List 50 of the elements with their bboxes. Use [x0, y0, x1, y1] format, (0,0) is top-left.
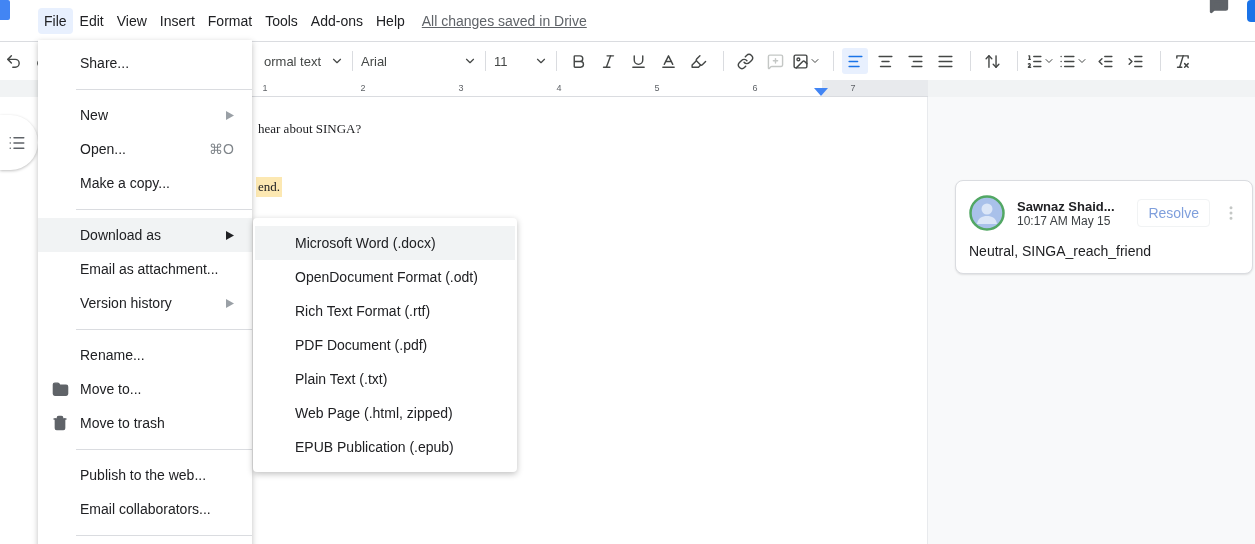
submenu-item[interactable]: OpenDocument Format (.odt): [255, 260, 515, 294]
menu-item[interactable]: Move to trash: [38, 406, 252, 440]
ruler-number: 7: [850, 82, 856, 95]
comment-text: Neutral, SINGA_reach_friend: [969, 243, 1153, 259]
menu-item[interactable]: Rename...: [38, 338, 252, 372]
author-name: Sawnaz Shaid...: [1017, 198, 1116, 214]
ruler-number: 4: [556, 82, 562, 95]
submenu-item[interactable]: Web Page (.html, zipped): [255, 396, 515, 430]
ruler-number: 2: [360, 82, 366, 95]
avatar-icon: [969, 195, 1005, 231]
submenu-item[interactable]: EPUB Publication (.epub): [255, 430, 515, 464]
menu-item[interactable]: Download as: [38, 218, 252, 252]
menu-item[interactable]: Email as attachment...: [38, 252, 252, 286]
menu-bar-item[interactable]: Help: [370, 7, 411, 34]
font-size-dropdown[interactable]: 11: [494, 53, 548, 69]
menu-item[interactable]: Open... ⌘O: [38, 132, 252, 166]
menu-bar-item[interactable]: Edit: [73, 7, 110, 34]
menu-bar-item[interactable]: Format: [201, 7, 259, 34]
ruler-number: 5: [654, 82, 660, 95]
ruler-number: 6: [752, 82, 758, 95]
outline-tab[interactable]: [0, 115, 38, 170]
folder-icon: [52, 380, 69, 398]
partial-button[interactable]: [1247, 0, 1255, 22]
menu-bar-item[interactable]: View: [110, 7, 153, 34]
menu-item[interactable]: Make a copy...: [38, 166, 252, 200]
menu-item[interactable]: Version history: [38, 286, 252, 320]
align-left-icon[interactable]: [842, 48, 868, 74]
document-text: hear about SINGA?: [257, 120, 363, 138]
save-status-link[interactable]: All changes saved in Drive: [421, 12, 587, 29]
menu-bar-item[interactable]: File: [38, 7, 73, 34]
ruler-number: 3: [458, 82, 464, 95]
style-dropdown[interactable]: ormal text: [264, 53, 344, 69]
submenu-item[interactable]: Microsoft Word (.docx): [255, 226, 515, 260]
font-dropdown[interactable]: Arial: [361, 53, 477, 69]
menu-item[interactable]: Email collaborators...: [38, 492, 252, 526]
menu-item[interactable]: Share...: [38, 46, 252, 80]
trash-icon: [52, 415, 68, 431]
menu-item[interactable]: Publish to the web...: [38, 458, 252, 492]
menu-bar-item[interactable]: Add-ons: [304, 7, 369, 34]
menu-item[interactable]: Move to...: [38, 372, 252, 406]
submenu-item[interactable]: Plain Text (.txt): [255, 362, 515, 396]
menu-item[interactable]: New: [38, 98, 252, 132]
ruler-number: 1: [262, 82, 268, 95]
comment-time: 10:17 AM May 15: [1017, 213, 1112, 228]
submenu-item[interactable]: PDF Document (.pdf): [255, 328, 515, 362]
comment-history-icon[interactable]: [1209, 0, 1229, 14]
submenu-item[interactable]: Rich Text Format (.rtf): [255, 294, 515, 328]
menu-bar-item[interactable]: Insert: [153, 7, 201, 34]
document-text: end.: [256, 177, 283, 197]
menu-bar-item[interactable]: Tools: [259, 7, 304, 34]
